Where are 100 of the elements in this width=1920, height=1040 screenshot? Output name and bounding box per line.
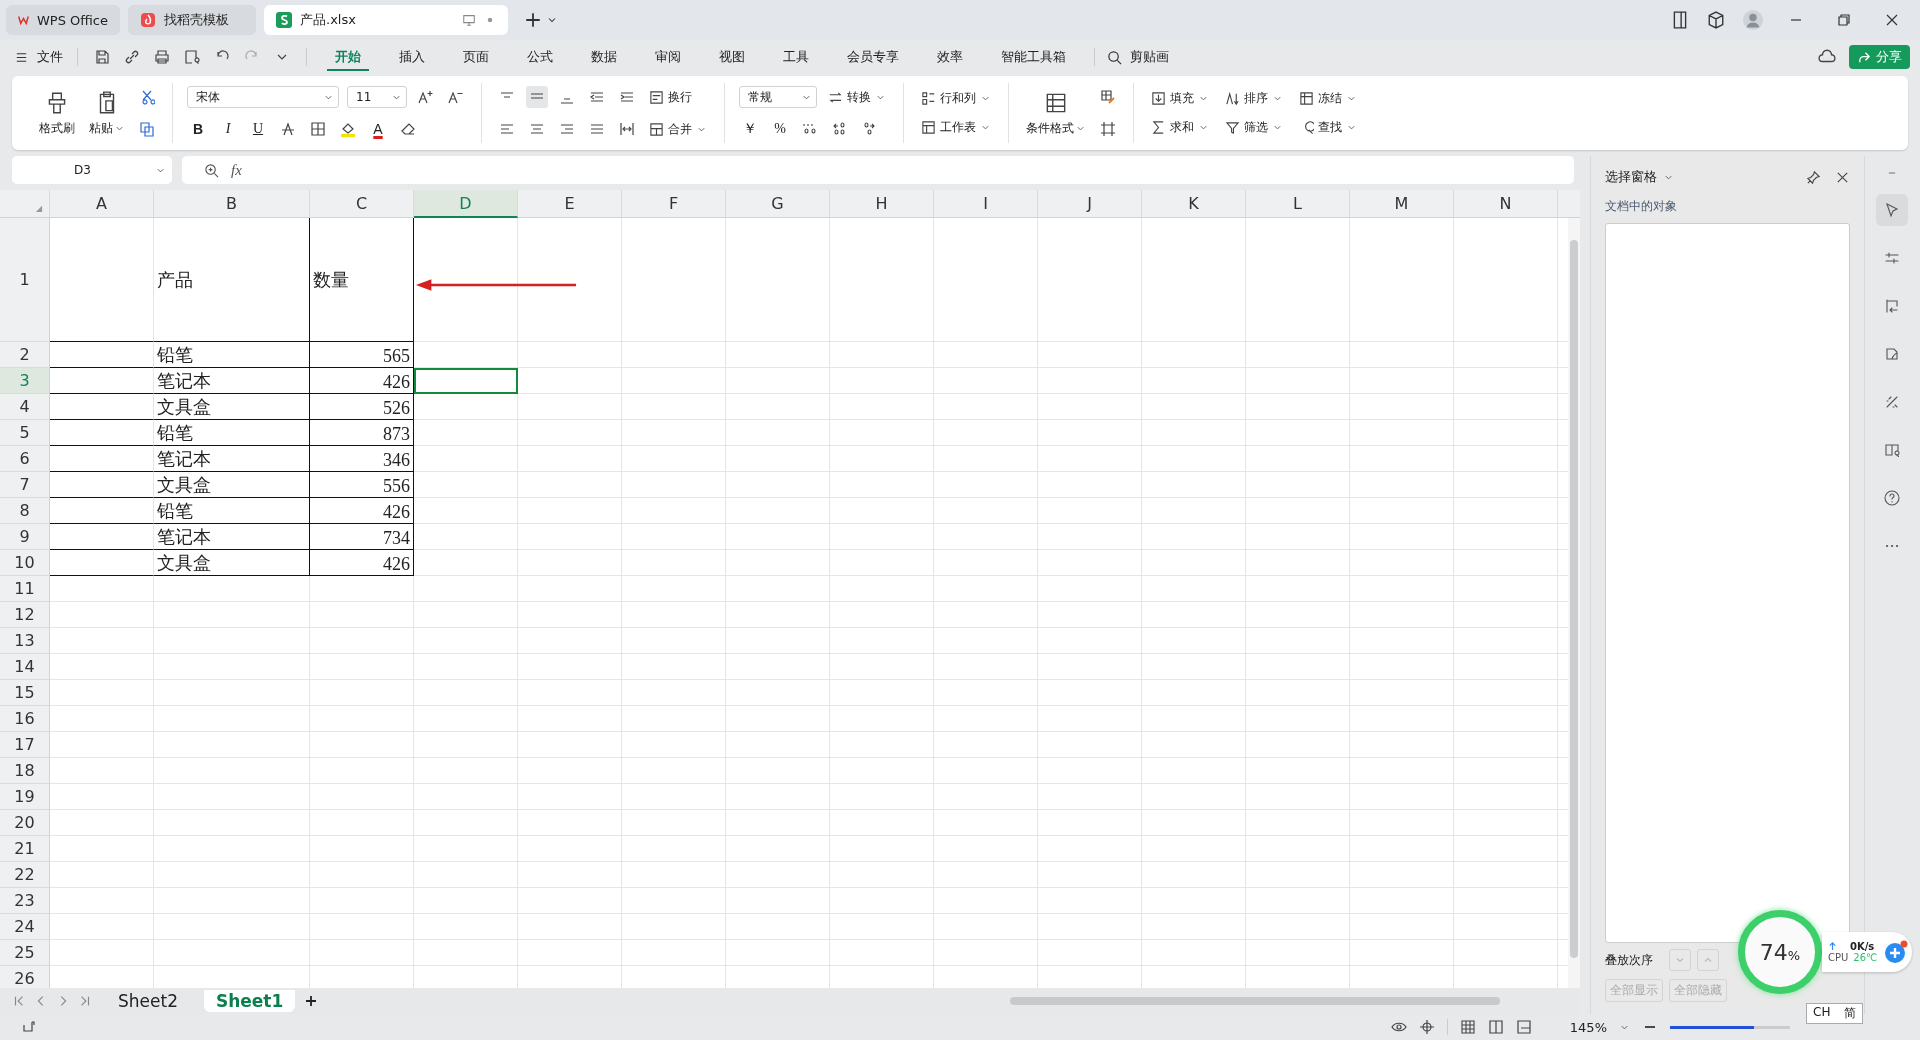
column-header[interactable]: J — [1038, 190, 1142, 218]
preview-icon[interactable] — [184, 49, 200, 65]
sheet-nav-icon[interactable] — [12, 994, 26, 1008]
row-header[interactable]: 10 — [0, 550, 50, 576]
column-header[interactable]: K — [1142, 190, 1246, 218]
row-header[interactable]: 24 — [0, 914, 50, 940]
crosshair-icon[interactable] — [1418, 1019, 1435, 1035]
sheet-tab[interactable]: Sheet1 — [203, 990, 296, 1012]
row-header[interactable]: 14 — [0, 654, 50, 680]
input-method-tooltip[interactable]: CH 简 — [1806, 1003, 1864, 1024]
currency-button[interactable]: ￥ — [739, 118, 761, 140]
column-header[interactable]: D — [414, 190, 518, 218]
close-icon[interactable] — [1884, 12, 1900, 28]
underline-button[interactable]: U — [247, 118, 269, 140]
column-header[interactable]: A — [50, 190, 154, 218]
normal-view-icon[interactable] — [1459, 1019, 1476, 1035]
document-tab[interactable]: 产品.xlsx — [264, 5, 508, 35]
pin-icon[interactable] — [1805, 169, 1821, 185]
ribbon-tab[interactable]: 工具 — [775, 43, 817, 71]
zoom-slider[interactable] — [1670, 1025, 1790, 1029]
conditional-format-button[interactable]: 条件格式 — [1023, 87, 1089, 139]
new-tab-icon[interactable] — [524, 11, 542, 29]
row-header[interactable]: 2 — [0, 342, 50, 368]
row-header[interactable]: 4 — [0, 394, 50, 420]
edit-tool-button[interactable]: 查找 — [1296, 117, 1360, 138]
bold-button[interactable]: B — [187, 118, 209, 140]
avatar-icon[interactable] — [1743, 10, 1763, 30]
pane-title[interactable]: 选择窗格 — [1604, 168, 1657, 186]
clipart-search-button[interactable]: 剪贴画 — [1128, 45, 1171, 69]
row-header[interactable]: 22 — [0, 862, 50, 888]
font-name-dropdown[interactable]: 宋体 — [187, 86, 339, 108]
percent-button[interactable]: % — [769, 118, 791, 140]
ribbon-tab[interactable]: 数据 — [583, 43, 625, 71]
tablet-icon[interactable] — [1671, 11, 1689, 29]
ribbon-tab[interactable]: 页面 — [455, 43, 497, 71]
row-header[interactable]: 25 — [0, 940, 50, 966]
row-header[interactable]: 8 — [0, 498, 50, 524]
row-header[interactable]: 1 — [0, 218, 50, 342]
ribbon-tab[interactable]: 智能工具箱 — [993, 43, 1074, 71]
name-box[interactable]: D3 — [12, 156, 172, 184]
zoom-icon[interactable] — [204, 162, 219, 178]
ribbon-tab[interactable]: 公式 — [519, 43, 561, 71]
row-header[interactable]: 15 — [0, 680, 50, 706]
ribbon-tab[interactable]: 开始 — [327, 43, 369, 71]
column-header[interactable]: B — [154, 190, 310, 218]
row-header[interactable]: 9 — [0, 524, 50, 550]
row-header[interactable]: 16 — [0, 706, 50, 732]
row-header[interactable]: 11 — [0, 576, 50, 602]
row-header[interactable]: 3 — [0, 368, 50, 394]
zoom-slider-fill[interactable] — [1670, 1025, 1754, 1029]
edit-tool-button[interactable]: 填充 — [1148, 88, 1212, 109]
column-header[interactable]: N — [1454, 190, 1558, 218]
row-header[interactable]: 6 — [0, 446, 50, 472]
row-header[interactable]: 12 — [0, 602, 50, 628]
row-header[interactable]: 18 — [0, 758, 50, 784]
edit-tool-button[interactable]: 冻结 — [1296, 88, 1360, 109]
restore-icon[interactable] — [1836, 12, 1852, 28]
scrollbar-thumb[interactable] — [1569, 240, 1578, 958]
page-view-icon[interactable] — [1487, 1019, 1504, 1035]
wrap-text-button[interactable]: 换行 — [646, 86, 695, 108]
edit-tool-button[interactable]: 排序 — [1222, 88, 1286, 109]
column-header[interactable]: H — [830, 190, 934, 218]
row-header[interactable]: 19 — [0, 784, 50, 810]
number-format-dropdown[interactable]: 常规 — [739, 86, 817, 108]
column-header[interactable]: I — [934, 190, 1038, 218]
share-button[interactable]: 分享 — [1849, 45, 1910, 69]
save-icon[interactable] — [94, 49, 110, 65]
ribbon-tab[interactable]: 效率 — [929, 43, 971, 71]
active-cell[interactable] — [414, 368, 518, 394]
zoom-level[interactable]: 145% — [1569, 1019, 1607, 1035]
edit-tool-button[interactable]: 求和 — [1148, 117, 1212, 138]
paste-button[interactable]: 粘贴 — [86, 87, 128, 139]
rows-columns-button[interactable]: 行和列 — [918, 88, 994, 109]
font-color-button[interactable]: A — [367, 118, 389, 140]
row-header[interactable]: 20 — [0, 810, 50, 836]
function-label[interactable]: fx — [231, 161, 242, 179]
column-header[interactable]: L — [1246, 190, 1350, 218]
convert-button[interactable]: 转换 — [825, 86, 889, 108]
row-header[interactable]: 21 — [0, 836, 50, 862]
select-all-icon[interactable] — [34, 204, 43, 213]
row-header[interactable]: 26 — [0, 966, 50, 988]
column-header[interactable]: E — [518, 190, 622, 218]
align-icon[interactable] — [526, 86, 548, 108]
page-break-view-icon[interactable] — [1515, 1019, 1532, 1035]
boost-icon[interactable] — [1884, 940, 1908, 964]
vertical-scrollbar[interactable] — [1567, 218, 1580, 988]
cube-icon[interactable] — [1707, 11, 1725, 29]
font-size-dropdown[interactable]: 11 — [347, 86, 407, 108]
macro-icon[interactable] — [20, 1019, 36, 1035]
row-header[interactable]: 23 — [0, 888, 50, 914]
document-tab[interactable]: 找稻壳模板 — [128, 5, 256, 35]
search-icon[interactable] — [1107, 49, 1122, 65]
row-header[interactable]: 17 — [0, 732, 50, 758]
italic-button[interactable]: I — [217, 118, 239, 140]
monitor-widget[interactable]: 0K/s CPU 26℃ — [1822, 932, 1912, 972]
ribbon-tab[interactable]: 审阅 — [647, 43, 689, 71]
link-icon[interactable] — [124, 49, 140, 65]
edit-tool-button[interactable]: 筛选 — [1222, 117, 1286, 138]
column-header[interactable]: M — [1350, 190, 1454, 218]
format-painter-button[interactable]: 格式刷 — [36, 87, 78, 139]
